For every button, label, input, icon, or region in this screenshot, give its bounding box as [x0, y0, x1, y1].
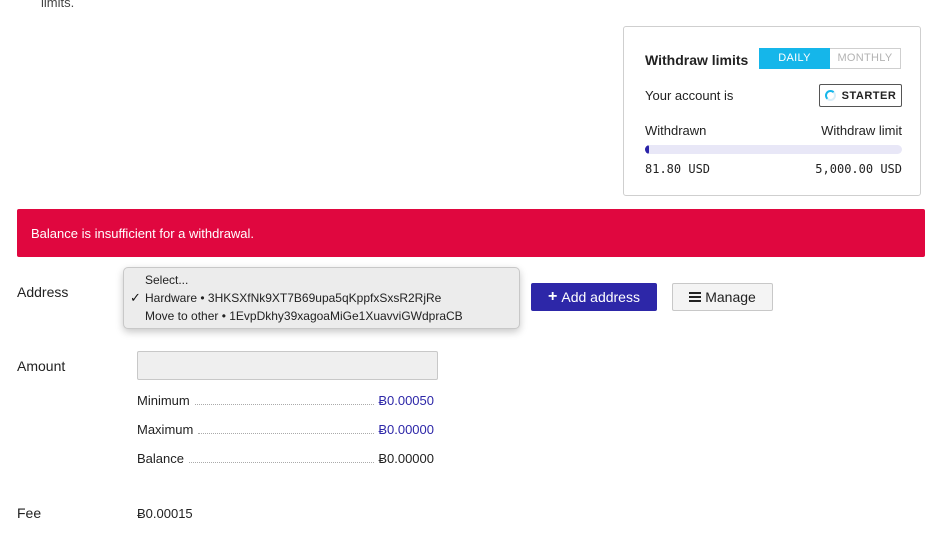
- add-address-label: Add address: [561, 289, 640, 305]
- tier-name: STARTER: [841, 89, 897, 102]
- minimum-row: Minimum Ƀ0.00050: [137, 393, 434, 411]
- amount-input[interactable]: [137, 351, 438, 380]
- address-label: Address: [17, 284, 69, 300]
- maximum-row: Maximum Ƀ0.00000: [137, 422, 434, 440]
- add-address-button[interactable]: + Add address: [531, 283, 657, 311]
- dotted-leader: [194, 404, 375, 405]
- spinner-icon: [824, 90, 836, 101]
- address-option-select[interactable]: Select...: [145, 273, 188, 287]
- fee-value: Ƀ0.00015: [137, 506, 193, 521]
- error-banner: Balance is insufficient for a withdrawal…: [17, 209, 925, 257]
- tier-badge: STARTER: [819, 84, 902, 107]
- daily-tab[interactable]: DAILY: [759, 48, 830, 69]
- withdraw-progress-bar: [645, 145, 902, 154]
- withdrawn-value: 81.80 USD: [645, 162, 711, 176]
- period-toggle: DAILY MONTHLY: [759, 48, 901, 69]
- address-option-move-to-other[interactable]: Move to other • 1EvpDkhy39xagoaMiGe1Xuav…: [145, 309, 463, 323]
- balance-value: Ƀ0.00000: [378, 451, 434, 466]
- withdrawn-label: Withdrawn: [645, 123, 707, 138]
- maximum-label: Maximum: [137, 422, 194, 437]
- manage-button[interactable]: Manage: [672, 283, 773, 311]
- check-icon: ✓: [130, 290, 141, 305]
- withdraw-limits-card: Withdraw limits DAILY MONTHLY Your accou…: [623, 26, 921, 196]
- withdraw-limits-title: Withdraw limits: [645, 52, 749, 68]
- withdraw-limit-label: Withdraw limit: [821, 123, 902, 138]
- manage-label: Manage: [705, 289, 756, 305]
- balance-row: Balance Ƀ0.00000: [137, 451, 434, 469]
- error-message: Balance is insufficient for a withdrawal…: [31, 226, 255, 241]
- dotted-leader: [188, 462, 375, 463]
- withdraw-limit-value: 5,000.00 USD: [815, 162, 902, 176]
- minimum-value-link[interactable]: Ƀ0.00050: [378, 393, 434, 408]
- fee-label: Fee: [17, 505, 42, 521]
- monthly-tab[interactable]: MONTHLY: [830, 48, 901, 69]
- address-select-dropdown[interactable]: Select... ✓ Hardware • 3HKSXfNk9XT7B69up…: [123, 267, 520, 329]
- dotted-leader: [198, 433, 375, 434]
- plus-icon: +: [548, 288, 558, 305]
- balance-label: Balance: [137, 451, 184, 466]
- account-tier-label: Your account is: [645, 88, 734, 103]
- list-icon: [689, 292, 702, 302]
- maximum-value-link[interactable]: Ƀ0.00000: [378, 422, 434, 437]
- minimum-label: Minimum: [137, 393, 190, 408]
- withdraw-progress-fill: [645, 145, 650, 154]
- address-option-hardware[interactable]: Hardware • 3HKSXfNk9XT7B69upa5qKppfxSxsR…: [145, 291, 441, 305]
- amount-label: Amount: [17, 358, 66, 374]
- intro-text-fragment: limits.: [41, 0, 75, 10]
